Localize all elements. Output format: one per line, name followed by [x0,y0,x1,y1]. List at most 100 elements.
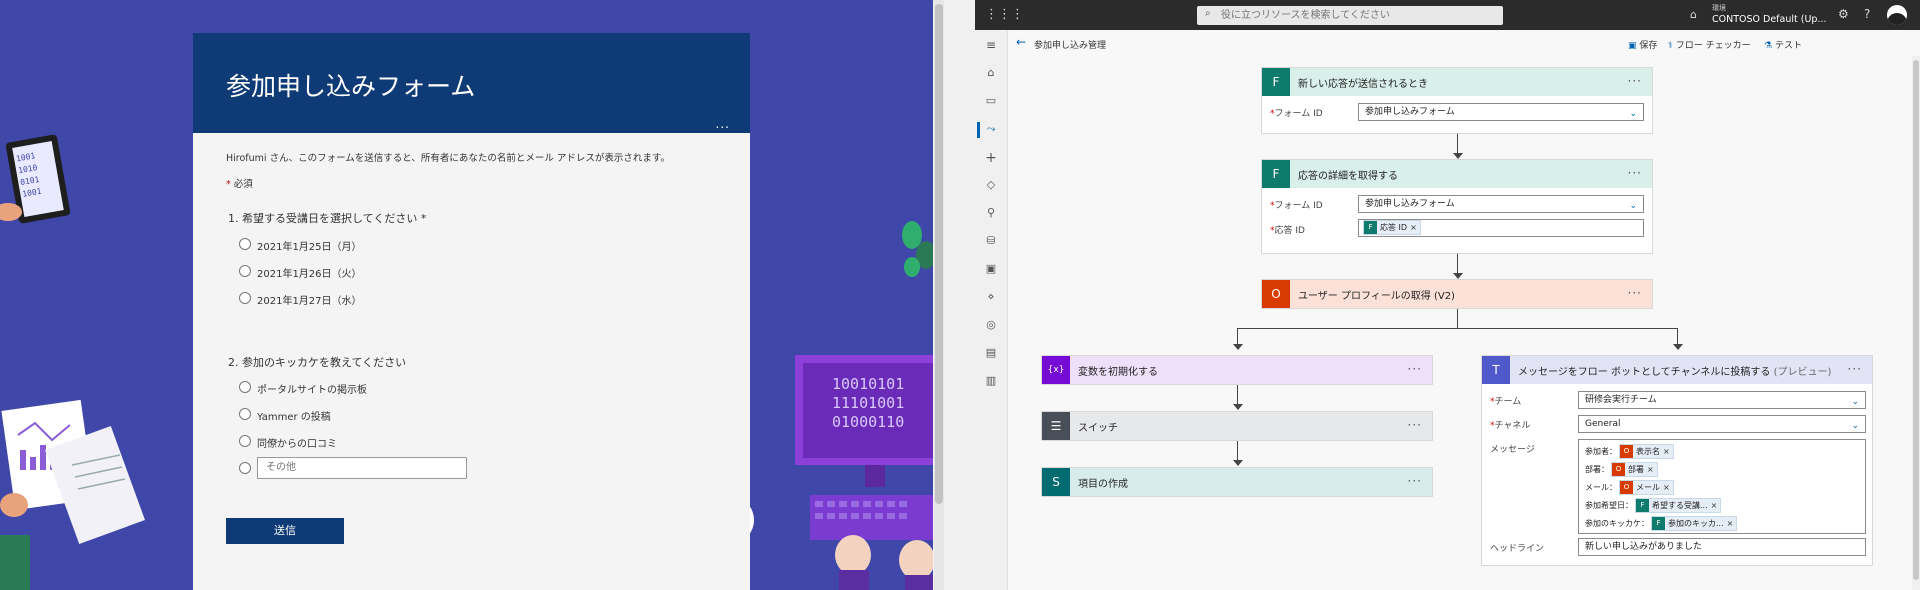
form-title: 参加申し込みフォーム [226,72,476,101]
radio-button[interactable] [239,265,251,277]
card-menu-button[interactable]: ··· [1408,362,1422,376]
response-id-token[interactable]: F 応答 ID × [1363,220,1421,235]
channel-label: *チャネル [1490,421,1531,431]
flow-checker-button[interactable]: ⚕ フロー チェッカー [1668,38,1751,51]
remove-token-icon[interactable]: × [1647,465,1654,474]
trigger-reason-token[interactable]: F 参加のキッカ... × [1651,516,1738,531]
create-item-title: 項目の作成 [1078,479,1128,490]
designer-scrollbar-thumb[interactable] [1913,60,1919,580]
team-label: *チーム [1490,397,1522,407]
card-menu-button[interactable]: ··· [1628,286,1642,300]
chart-papers-illustration [0,399,145,590]
radio-button[interactable] [239,238,251,250]
command-bar: ← 参加申し込み管理 ▣ 保存 ⚕ フロー チェッカー ⚗ テスト [1008,30,1920,56]
save-button[interactable]: ▣ 保存 [1628,38,1657,51]
init-variable-card[interactable]: {x} 変数を初期化する ··· [1042,356,1432,384]
chevron-down-icon: ⌄ [1851,421,1859,431]
connector [1457,253,1458,273]
response-details-title: 応答の詳細を取得する [1298,171,1398,182]
message-label: メッセージ [1490,445,1535,455]
desired-date-token[interactable]: F 希望する受講... × [1635,498,1722,513]
radio-button[interactable] [239,292,251,304]
card-menu-button[interactable]: ··· [1408,418,1422,432]
search-input[interactable] [1197,6,1503,25]
office-icon: O [1620,445,1633,458]
action-items-icon[interactable]: ▭ [975,94,1007,107]
ai-builder-icon[interactable]: ▣ [975,262,1007,275]
form-id-value: 参加申し込みフォーム [1365,199,1455,209]
solutions-icon[interactable]: ◎ [975,318,1007,331]
form-id-label: *フォーム ID [1270,201,1323,211]
option-label: Yammer の投稿 [257,412,331,423]
user-profile-card[interactable]: O ユーザー プロフィールの取得 (V2) ··· [1262,280,1652,308]
switch-card[interactable]: ☰ スイッチ ··· [1042,412,1432,440]
form-header: 参加申し込みフォーム ... [193,33,750,133]
form-more-button[interactable]: ... [716,117,730,131]
create-icon[interactable]: + [975,150,1007,166]
connectors-icon[interactable]: ⚲ [975,206,1007,219]
avatar[interactable] [1887,5,1907,25]
data-icon[interactable]: ⛁ [975,234,1007,247]
create-item-card[interactable]: S 項目の作成 ··· [1042,468,1432,496]
response-id-field[interactable]: F 応答 ID × [1358,219,1644,237]
team-dropdown[interactable]: 研修会実行チーム ⌄ [1578,391,1866,409]
remove-token-icon[interactable]: × [1410,223,1417,232]
option-label: 2021年1月26日（火） [257,269,362,280]
form-id-dropdown[interactable]: 参加申し込みフォーム ⌄ [1358,103,1644,121]
remove-token-icon[interactable]: × [1663,483,1670,492]
connector [1457,308,1458,328]
templates-icon[interactable]: ◇ [975,178,1007,191]
back-arrow-icon[interactable]: ← [1016,35,1026,49]
team-value: 研修会実行チーム [1585,395,1657,405]
trigger-card-header[interactable]: F 新しい応答が送信されるとき ··· [1262,68,1652,96]
radio-button[interactable] [239,408,251,420]
response-details-card[interactable]: F 応答の詳細を取得する ··· *フォーム ID 参加申し込みフォーム ⌄ *… [1262,160,1652,253]
q2-other-radio[interactable] [239,462,251,474]
submit-button[interactable]: 送信 [226,518,344,544]
form-id-dropdown[interactable]: 参加申し込みフォーム ⌄ [1358,195,1644,213]
teams-post-card[interactable]: T メッセージをフロー ボットとしてチャンネルに投稿する (プレビュー) ···… [1482,356,1872,565]
forms-scrollbar-thumb[interactable] [935,4,943,504]
department-token[interactable]: O 部署 × [1611,462,1658,477]
card-menu-button[interactable]: ··· [1628,74,1642,88]
remove-token-icon[interactable]: × [1727,519,1734,528]
app-launcher-icon[interactable]: ⋮⋮⋮ [985,7,1024,22]
headline-field[interactable]: 新しい申し込みがありました [1578,538,1866,556]
hamburger-icon[interactable]: ≡ [975,38,1007,52]
switch-icon: ☰ [1042,412,1070,440]
radio-button[interactable] [239,381,251,393]
office-icon: O [1262,280,1290,308]
other-input[interactable] [257,457,467,479]
switch-header[interactable]: ☰ スイッチ ··· [1042,412,1432,440]
home-icon[interactable]: ⌂ [975,66,1007,79]
settings-icon[interactable]: ⚙ [1838,7,1849,21]
trigger-card[interactable]: F 新しい応答が送信されるとき ··· *フォーム ID 参加申し込みフォーム … [1262,68,1652,133]
my-flows-icon[interactable]: ⤳ [975,122,1007,136]
card-menu-button[interactable]: ··· [1848,362,1862,376]
init-variable-header[interactable]: {x} 変数を初期化する ··· [1042,356,1432,384]
display-name-token[interactable]: O 表示名 × [1619,444,1674,459]
process-advisor-icon[interactable]: ⋄ [975,290,1007,303]
teams-post-header[interactable]: T メッセージをフロー ボットとしてチャンネルに投稿する (プレビュー) ··· [1482,356,1872,384]
learn-icon[interactable]: ▥ [975,374,1007,387]
create-item-header[interactable]: S 項目の作成 ··· [1042,468,1432,496]
help-icon[interactable]: ? [1864,7,1870,21]
card-menu-button[interactable]: ··· [1628,166,1642,180]
message-editor[interactable]: 参加者： O 表示名 × 部署： O 部署 × メール： O メール × 参加希望日： F 希望する受… [1578,439,1866,534]
channel-dropdown[interactable]: General ⌄ [1578,415,1866,433]
forms-icon: F [1364,221,1377,234]
required-star: * [226,179,231,190]
radio-button[interactable] [239,435,251,447]
remove-token-icon[interactable]: × [1663,447,1670,456]
headline-label: ヘッドライン [1490,544,1545,554]
chevron-down-icon: ⌄ [1629,201,1637,211]
card-menu-button[interactable]: ··· [1408,474,1422,488]
teams-icon: T [1482,356,1510,384]
mail-token[interactable]: O メール × [1619,480,1674,495]
environment-name[interactable]: CONTOSO Default (Up... [1712,14,1827,25]
monitor-icon[interactable]: ▤ [975,346,1007,359]
response-details-header[interactable]: F 応答の詳細を取得する ··· [1262,160,1652,188]
remove-token-icon[interactable]: × [1711,501,1718,510]
test-button[interactable]: ⚗ テスト [1764,38,1802,51]
user-profile-header[interactable]: O ユーザー プロフィールの取得 (V2) ··· [1262,280,1652,308]
